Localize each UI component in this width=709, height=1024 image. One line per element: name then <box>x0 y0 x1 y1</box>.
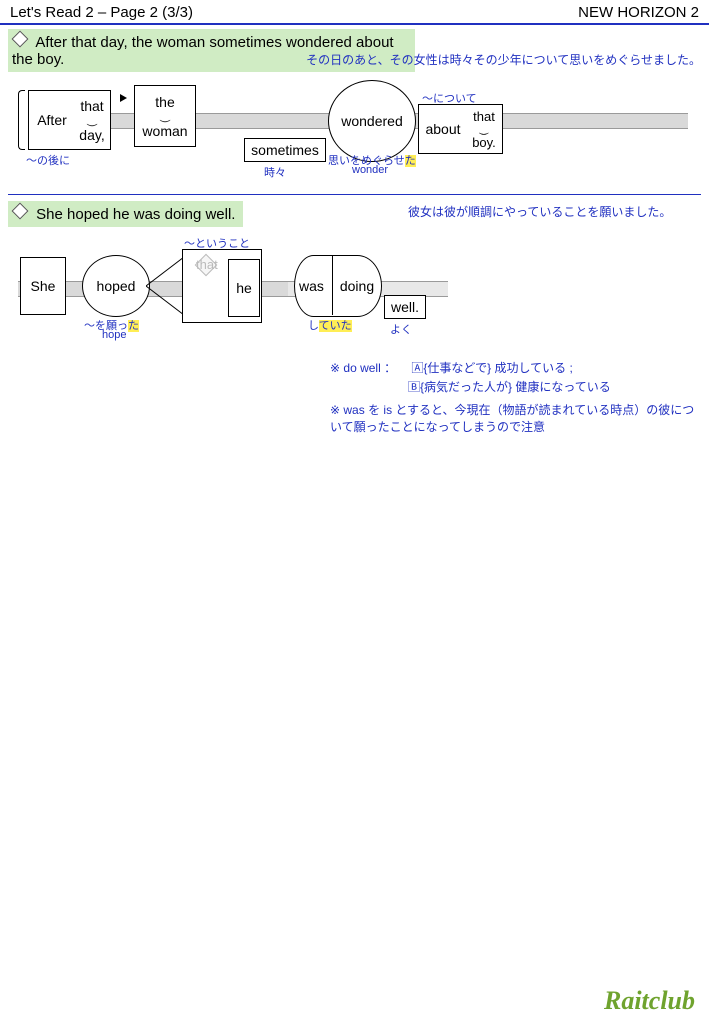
note-was: していた <box>308 317 352 333</box>
connector-lines <box>146 255 186 317</box>
word-day: day, <box>79 127 104 143</box>
header-right: NEW HORIZON 2 <box>578 4 699 21</box>
diagram-2: She hoped 〜を願った hope that 〜ということ he was … <box>18 235 699 355</box>
word-the-woman: the ⏝ woman <box>134 85 196 147</box>
header-left: Let's Read 2 – Page 2 (3/3) <box>10 4 193 21</box>
sentence-1-jp: その日のあと、その女性は時々その少年について思いをめぐらせました。 <box>306 51 701 68</box>
word-after: After <box>28 90 76 150</box>
word-that2: that <box>473 109 495 124</box>
footnote-1: ※ do well ： 🄰{仕事などで} 成功している ; <box>330 359 699 376</box>
note-wonder-en: wonder <box>352 164 388 176</box>
diamond-icon <box>12 31 29 48</box>
separator <box>8 194 701 195</box>
word-sometimes: sometimes <box>244 138 326 162</box>
note-well: よく <box>390 321 412 337</box>
word-that-boy: that ⏝ boy. <box>466 104 503 154</box>
word-that: that <box>80 98 103 114</box>
sentence-2-en: She hoped he was doing well. <box>36 206 235 223</box>
diagram-1: After that ⏝ day, 〜の後に the ⏝ woman somet… <box>18 80 699 190</box>
word-hoped: hoped <box>82 255 150 317</box>
word-the: the <box>155 94 174 110</box>
arrow-icon <box>120 94 127 102</box>
note-that: 〜ということ <box>184 235 250 251</box>
note-hope-en: hope <box>102 329 126 341</box>
sentence-2-bar: She hoped he was doing well. <box>8 201 243 227</box>
sentence-2-jp: 彼女は彼が順調にやっていることを願いました。 <box>408 203 671 220</box>
word-doing: doing <box>333 255 382 317</box>
footer-brand: Raitclub <box>604 986 695 1016</box>
page-header: Let's Read 2 – Page 2 (3/3) NEW HORIZON … <box>0 0 709 25</box>
word-about: about <box>418 104 468 154</box>
note-sometimes: 時々 <box>264 164 286 180</box>
footnote-2: ※ was を is とすると、今現在（物語が読まれている時点）の彼について願っ… <box>330 401 699 435</box>
word-boy: boy. <box>472 135 496 150</box>
note-after: 〜の後に <box>26 152 70 168</box>
diamond-icon <box>12 203 29 220</box>
word-he: he <box>228 259 260 317</box>
word-woman: woman <box>142 123 187 139</box>
word-was: was <box>294 255 333 317</box>
word-that-day: that ⏝ day, <box>74 90 111 150</box>
footnote-1b: 🄱{病気だった人が} 健康になっている <box>408 378 699 395</box>
word-she: She <box>20 257 66 315</box>
word-that-optional: that <box>196 257 218 272</box>
word-well: well. <box>384 295 426 319</box>
word-wondered: wondered <box>328 80 416 162</box>
